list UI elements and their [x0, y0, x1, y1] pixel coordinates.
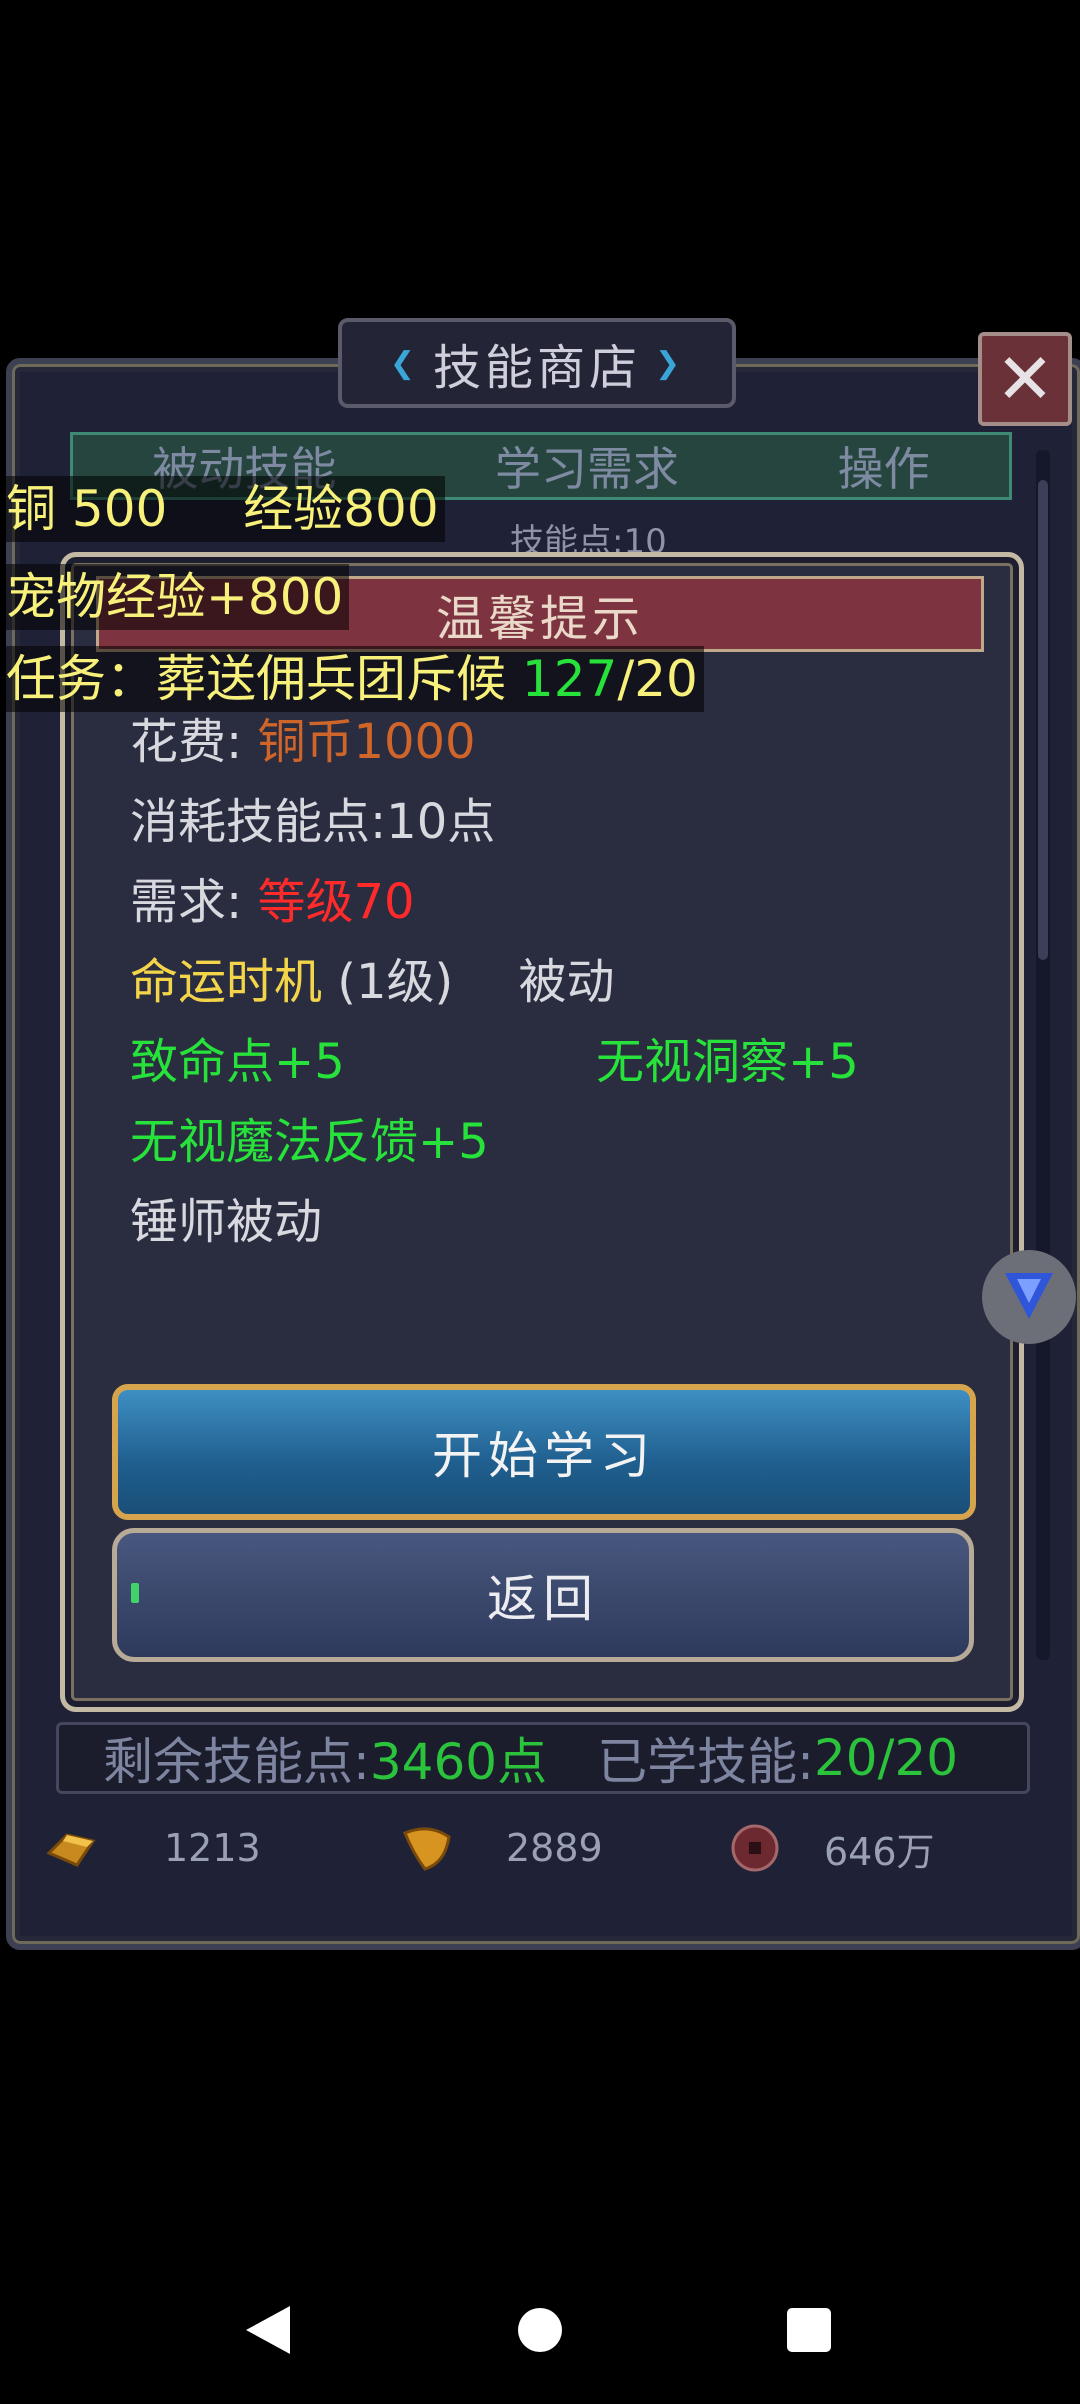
hud-task-name: 任务：葬送佣兵团斥候 [6, 650, 506, 708]
skill-name-line: 命运时机 (1级) 被动 [130, 942, 615, 1012]
shop-title-plate: ❮ 技能商店 ❯ [338, 318, 736, 408]
learned-label: 已学技能: [597, 1733, 814, 1791]
skill-description: 锤师被动 [130, 1194, 323, 1250]
tab-operation: 操作 [837, 442, 930, 496]
recents-nav-icon[interactable] [787, 2308, 831, 2352]
skill-points-bar: 剩余技能点: 3460点 已学技能: 20/20 [56, 1722, 1030, 1794]
system-nav-bar [0, 2260, 1080, 2400]
currency-bar: 1213 2889 646万 [30, 1808, 1040, 1888]
cost-value: 铜币1000 [257, 714, 476, 770]
close-icon: ✕ [995, 338, 1055, 420]
requirement-line: 需求: 等级70 [130, 862, 415, 932]
hud-task-total: /20 [617, 650, 698, 708]
learned-value: 20/20 [813, 1729, 959, 1787]
title-left-arrow-icon: ❮ [389, 345, 419, 381]
attribute-ignore-magic-feedback: 无视魔法反馈+5 [130, 1114, 489, 1170]
tab-learn-requirements: 学习需求 [494, 442, 679, 496]
gold-count: 1213 [164, 1826, 261, 1870]
shop-title: 技能商店 [432, 340, 641, 396]
skill-type: 被动 [518, 954, 615, 1010]
skill-name: 命运时机 [130, 954, 323, 1010]
remaining-label: 剩余技能点: [103, 1733, 370, 1791]
consume-skill-points: 消耗技能点:10点 [130, 794, 496, 850]
home-nav-icon[interactable] [518, 2308, 562, 2352]
requirement-label: 需求: [130, 874, 258, 930]
requirement-value: 等级70 [257, 874, 415, 930]
hud-task[interactable]: 任务：葬送佣兵团斥候 127/20 [0, 646, 704, 712]
attribute-ignore-insight: 无视洞察+5 [596, 1034, 859, 1090]
attribute-crit: 致命点+5 [130, 1034, 345, 1090]
title-right-arrow-icon: ❯ [655, 345, 685, 381]
start-learning-label: 开始学习 [432, 1427, 656, 1485]
remaining-value: 3460点 [369, 1733, 548, 1791]
close-button[interactable]: ✕ [978, 332, 1072, 426]
cost-label: 花费: [130, 714, 258, 770]
hud-pet-exp: 宠物经验+800 [0, 564, 350, 630]
assistant-icon [999, 1267, 1059, 1327]
cost-line: 花费: 铜币1000 [130, 702, 476, 772]
hud-exp: 经验800 [243, 480, 439, 538]
gold-ingot-icon [38, 1820, 104, 1876]
coin-count: 646万 [824, 1829, 935, 1874]
copper-coin-icon [722, 1820, 788, 1876]
return-label: 返回 [487, 1570, 599, 1628]
hud-task-progress: 127 [521, 650, 618, 708]
focus-indicator [131, 1583, 139, 1603]
back-nav-icon[interactable] [246, 2306, 290, 2354]
leaf-count: 2889 [506, 1826, 603, 1870]
hud-copper-exp: 铜 500 经验800 [0, 476, 445, 542]
leaf-icon [394, 1820, 460, 1876]
scrollbar-thumb[interactable] [1038, 480, 1048, 960]
return-button[interactable]: 返回 [112, 1528, 974, 1662]
skill-level: (1级) [337, 954, 454, 1010]
assistant-float-button[interactable] [982, 1250, 1076, 1344]
start-learning-button[interactable]: 开始学习 [112, 1384, 976, 1520]
hud-copper: 铜 500 [6, 480, 168, 538]
